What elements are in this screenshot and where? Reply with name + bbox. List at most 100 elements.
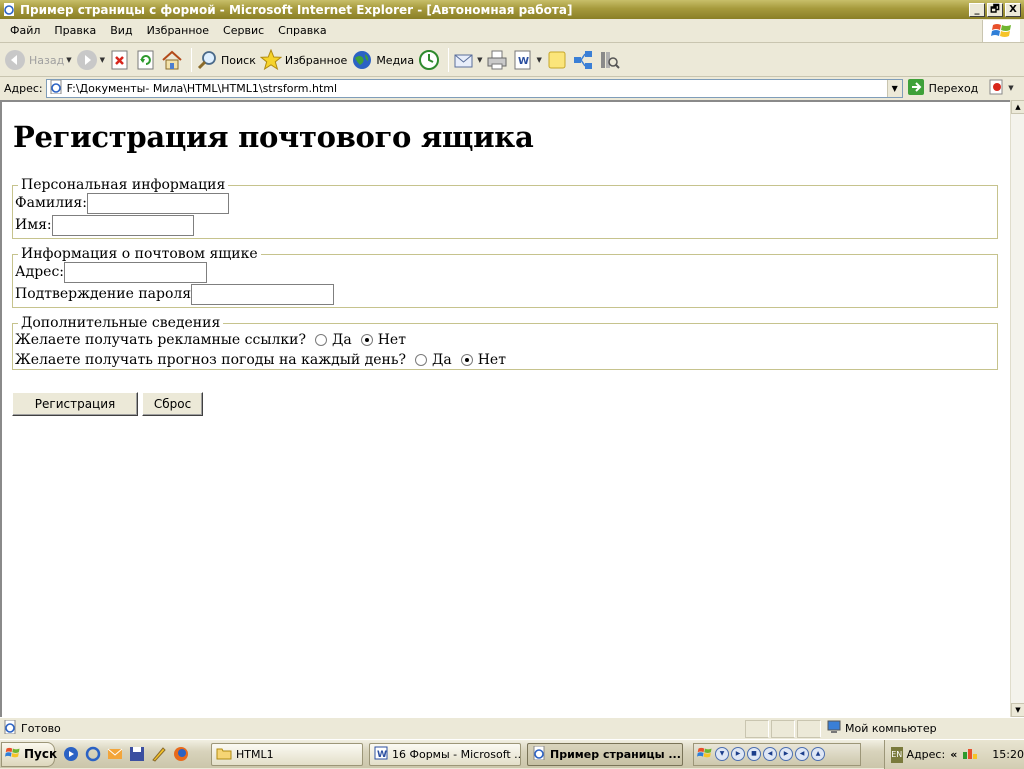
window-titlebar[interactable]: Пример страницы с формой - Microsoft Int… xyxy=(0,0,1024,19)
menu-edit[interactable]: Правка xyxy=(47,24,103,37)
clock[interactable]: 15:20 xyxy=(992,748,1024,761)
surname-row: Фамилия: xyxy=(15,192,997,214)
forward-dropdown-icon[interactable]: ▼ xyxy=(100,56,105,64)
status-cell xyxy=(745,719,769,738)
mailbox-info-fieldset: Информация о почтовом ящике Адрес: Подтв… xyxy=(12,247,998,308)
discuss-icon xyxy=(546,49,568,71)
ie-page-icon xyxy=(3,3,16,16)
edit-button[interactable]: W ▼ xyxy=(512,46,542,74)
maximize-button[interactable]: 🗗 xyxy=(987,2,1003,17)
home-button[interactable] xyxy=(161,46,183,74)
ads-no-radio[interactable] xyxy=(360,334,373,346)
media-player-deskband: ▼ ▶ ■ ◀ ▶ ◀ ▲ xyxy=(693,742,861,766)
favorites-button[interactable]: Избранное xyxy=(259,46,348,74)
volume-icon[interactable]: ◀ xyxy=(795,747,809,761)
language-indicator[interactable]: EN xyxy=(891,746,903,763)
mail-address-field[interactable] xyxy=(64,261,208,283)
media-player-icon[interactable] xyxy=(63,746,79,762)
forward-icon xyxy=(76,49,98,71)
mail-dropdown-icon[interactable]: ▼ xyxy=(477,56,482,64)
reset-button[interactable]: Сброс xyxy=(142,392,203,416)
print-button[interactable] xyxy=(486,46,508,74)
network-icon[interactable] xyxy=(962,746,978,763)
task-internet-explorer[interactable]: Пример страницы ... xyxy=(527,742,683,766)
scroll-down-icon[interactable]: ▼ xyxy=(1011,703,1024,717)
research-button[interactable] xyxy=(598,46,620,74)
discuss-button[interactable] xyxy=(546,46,568,74)
personal-info-legend: Персональная информация xyxy=(21,177,226,193)
weather-no-radio[interactable] xyxy=(460,354,473,366)
links-icon xyxy=(988,78,1006,99)
links-dropdown-icon[interactable]: ▼ xyxy=(1008,84,1013,92)
outlook-express-icon[interactable] xyxy=(107,746,123,762)
play-icon[interactable]: ▶ xyxy=(731,747,745,761)
edit-dropdown-icon[interactable]: ▼ xyxy=(536,56,541,64)
refresh-icon xyxy=(135,49,157,71)
scroll-up-icon[interactable]: ▲ xyxy=(1011,100,1024,114)
tray-expand-icon[interactable]: « xyxy=(950,748,957,761)
menu-help[interactable]: Справка xyxy=(271,24,333,37)
firefox-icon[interactable] xyxy=(173,746,189,762)
research-icon xyxy=(598,49,620,71)
ads-yes-label: Да xyxy=(331,332,352,348)
task-word-document[interactable]: W 16 Формы - Microsoft ... xyxy=(369,742,521,766)
name-row: Имя: xyxy=(15,214,997,236)
history-button[interactable] xyxy=(418,46,440,74)
go-label: Переход xyxy=(928,81,979,95)
print-icon xyxy=(486,49,508,71)
history-icon xyxy=(418,49,440,71)
links-button[interactable]: ▼ xyxy=(988,78,1014,99)
menu-file[interactable]: Файл xyxy=(0,24,47,37)
previous-icon[interactable]: ◀ xyxy=(763,747,777,761)
save-icon[interactable] xyxy=(129,746,145,762)
mailbox-info-legend: Информация о почтовом ящике xyxy=(21,246,258,262)
status-main: Готово xyxy=(0,719,745,737)
go-button[interactable]: Переход xyxy=(907,78,979,99)
back-label: Назад xyxy=(29,53,65,67)
menu-favorites[interactable]: Избранное xyxy=(140,24,216,37)
forward-button[interactable]: ▼ xyxy=(76,46,105,74)
register-button[interactable]: Регистрация xyxy=(12,392,138,416)
menu-tools[interactable]: Сервис xyxy=(216,24,271,37)
surname-field[interactable] xyxy=(86,192,229,214)
menu-icon[interactable]: ▼ xyxy=(715,747,729,761)
personal-info-fieldset: Персональная информация Фамилия: Имя: xyxy=(12,178,998,239)
task-html1[interactable]: HTML1 xyxy=(211,742,363,766)
close-button[interactable]: X xyxy=(1005,2,1021,17)
address-label: Адрес: xyxy=(4,81,43,95)
name-field[interactable] xyxy=(51,214,194,236)
back-dropdown-icon[interactable]: ▼ xyxy=(66,56,71,64)
folder-icon xyxy=(216,746,232,763)
back-button[interactable]: Назад ▼ xyxy=(4,46,72,74)
start-button[interactable]: Пуск xyxy=(1,741,57,767)
next-icon[interactable]: ▶ xyxy=(779,747,793,761)
address-input[interactable]: F:\Документы- Мила\HTML\HTML1\strsform.h… xyxy=(45,78,903,98)
weather-yes-label: Да xyxy=(431,352,452,368)
mail-button[interactable]: ▼ xyxy=(453,46,482,74)
refresh-button[interactable] xyxy=(135,46,157,74)
toolbar-separator xyxy=(448,48,450,72)
task-label: Пример страницы ... xyxy=(550,747,681,761)
media-button[interactable]: Медиа xyxy=(351,46,414,74)
name-label: Имя: xyxy=(15,217,52,233)
confirm-password-field[interactable] xyxy=(191,283,335,305)
mail-address-row: Адрес: xyxy=(15,261,997,283)
vertical-scrollbar[interactable]: ▲ ▼ xyxy=(1010,100,1024,717)
ads-yes-radio[interactable] xyxy=(314,334,327,346)
weather-yes-radio[interactable] xyxy=(414,354,427,366)
menu-view[interactable]: Вид xyxy=(103,24,139,37)
stop-button[interactable] xyxy=(109,46,131,74)
internet-explorer-icon[interactable] xyxy=(85,746,101,762)
messenger-icon xyxy=(572,49,594,71)
address-url: F:\Документы- Мила\HTML\HTML1\strsform.h… xyxy=(66,81,338,95)
mail-icon xyxy=(453,49,475,71)
search-button[interactable]: Поиск xyxy=(196,46,256,74)
edit-pen-icon[interactable] xyxy=(151,746,167,762)
restore-player-icon[interactable]: ▲ xyxy=(811,747,825,761)
system-tray: EN Адрес: « 15:20 xyxy=(884,740,1024,769)
messenger-button[interactable] xyxy=(572,46,594,74)
favorites-label: Избранное xyxy=(284,53,348,67)
minimize-button[interactable]: _ xyxy=(969,2,985,17)
stop-media-icon[interactable]: ■ xyxy=(747,747,761,761)
address-dropdown-icon[interactable]: ▼ xyxy=(886,79,902,97)
